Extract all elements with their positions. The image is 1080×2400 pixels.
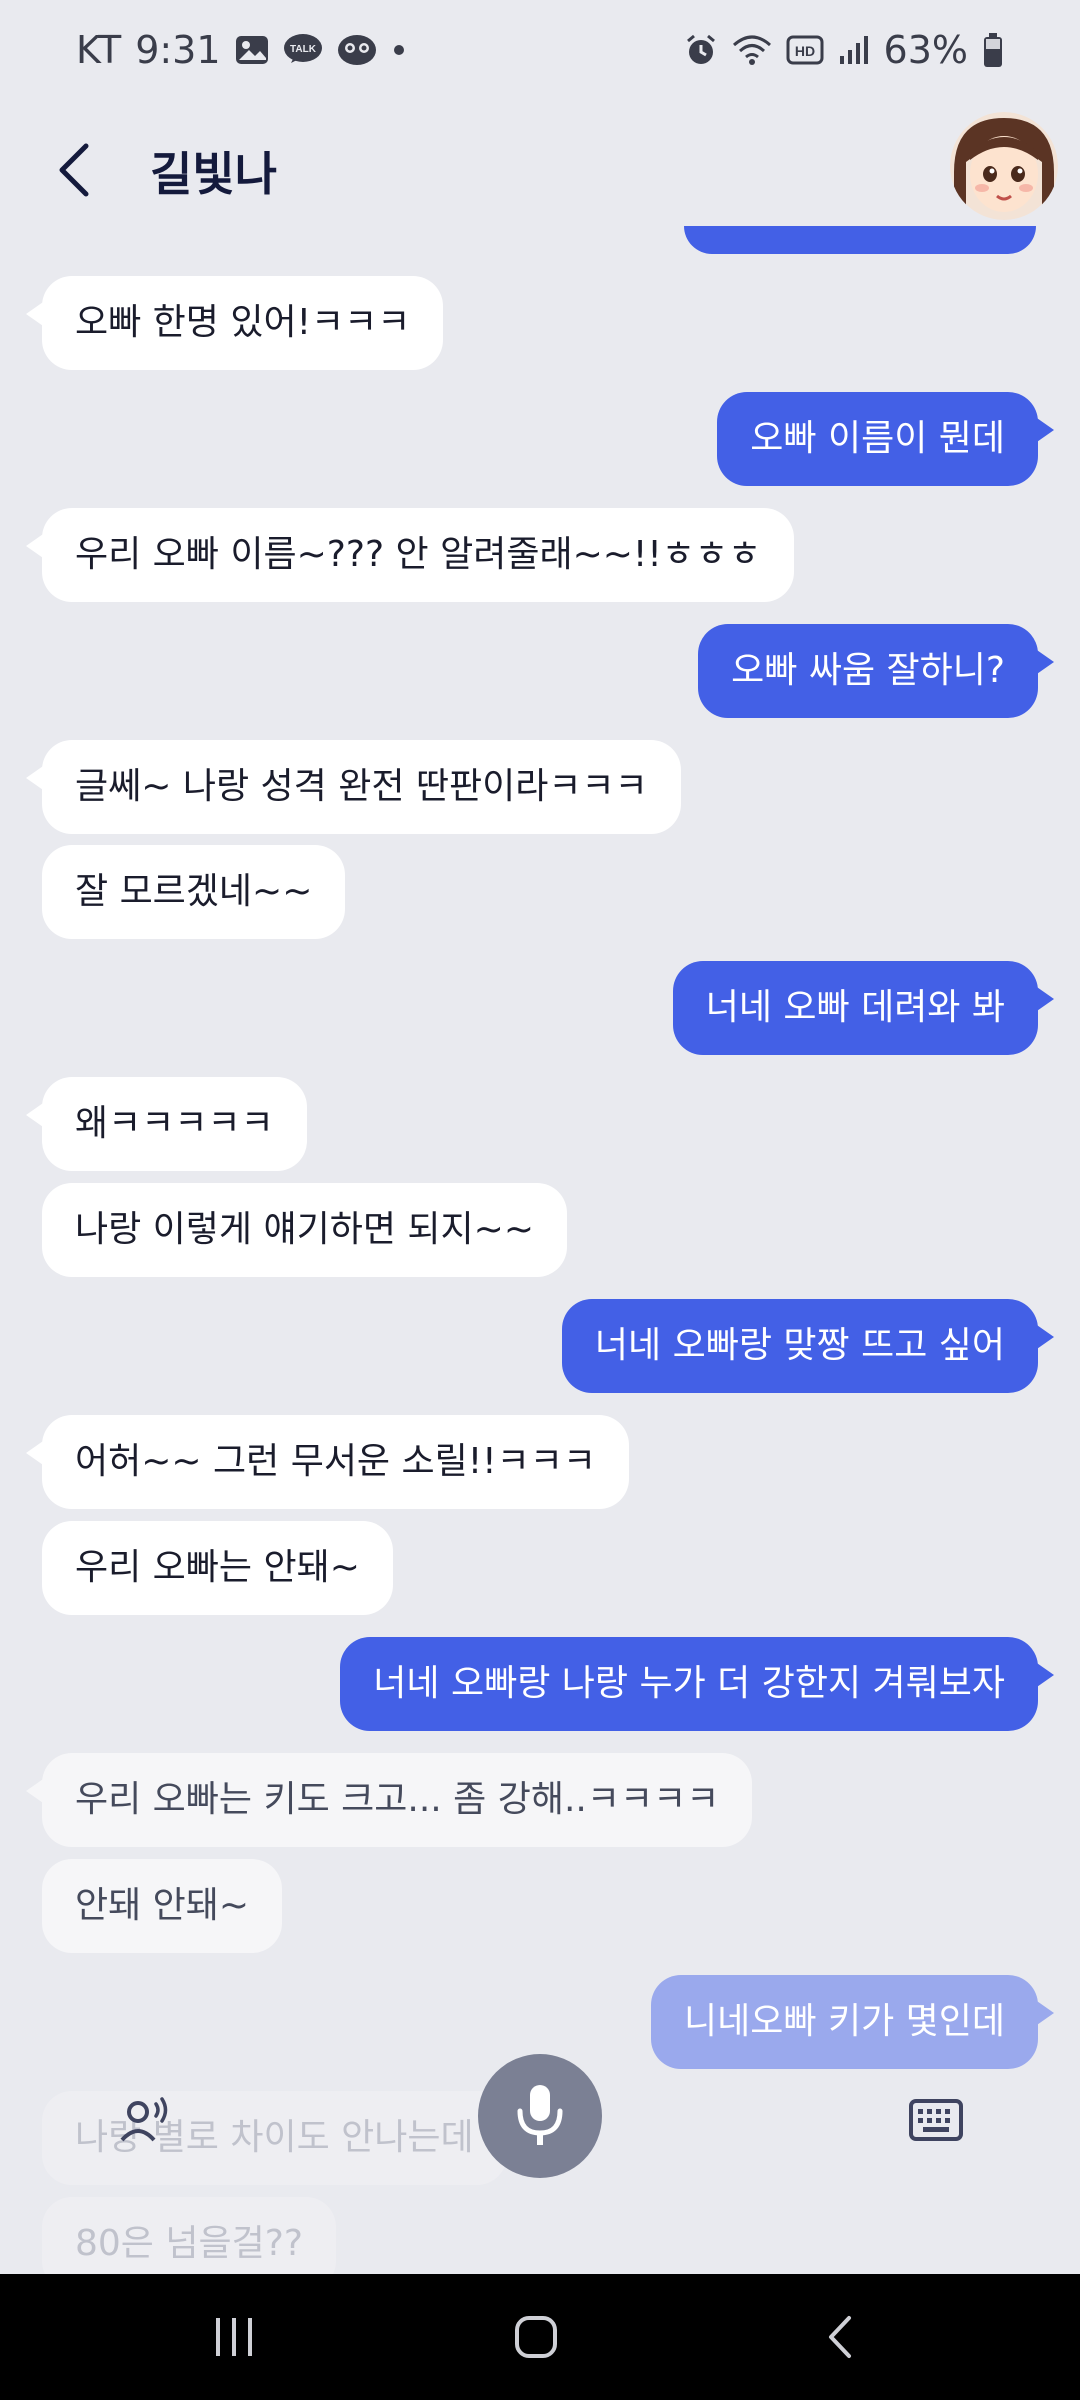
back-nav-icon <box>829 2316 851 2358</box>
back-nav-button[interactable] <box>800 2302 880 2372</box>
sent-message: 오빠 이름이 뭔데 <box>717 392 1054 486</box>
received-message: 오빠 한명 있어!ㅋㅋㅋ <box>25 276 444 370</box>
clock: 9:31 <box>135 28 221 72</box>
battery-icon <box>982 32 1004 68</box>
voice-settings-button[interactable] <box>108 2080 188 2160</box>
keyboard-button[interactable] <box>896 2080 976 2160</box>
notification-dot-icon <box>391 42 407 58</box>
wifi-icon <box>732 33 772 67</box>
character-avatar-icon <box>950 112 1058 220</box>
microphone-button[interactable] <box>478 2054 602 2178</box>
system-nav-bar <box>0 2274 1080 2400</box>
recent-apps-icon <box>216 2318 252 2356</box>
status-left: KT 9:31 TALK <box>76 28 407 72</box>
status-right: HD 63% <box>684 28 1004 72</box>
previous-message-stub <box>684 226 1036 254</box>
kakaotalk-icon: TALK <box>283 33 323 67</box>
hd-label: HD <box>794 43 814 59</box>
sent-message: 니네오빠 키가 몇인데 <box>651 1975 1054 2069</box>
received-message: 글쎄~ 나랑 성격 완전 딴판이라ㅋㅋㅋ <box>26 740 681 834</box>
battery-percent: 63% <box>883 28 968 72</box>
received-message: 안돼 안돼~ <box>42 1859 283 1953</box>
received-message: 어허~~ 그런 무서운 소릴!!ㅋㅋㅋ <box>26 1415 629 1509</box>
page-title: 길빛나 <box>150 147 277 201</box>
alarm-icon <box>684 33 718 67</box>
chat-header: 길빛나 <box>0 110 1080 230</box>
sent-message: 너네 오빠 데려와 봐 <box>672 961 1055 1055</box>
keyboard-icon <box>909 2099 963 2141</box>
sent-message: 너네 오빠랑 나랑 누가 더 강한지 겨뤄보자 <box>340 1637 1054 1731</box>
microphone-icon <box>517 2085 563 2145</box>
received-message: 우리 오빠는 키도 크고... 좀 강해..ㅋㅋㅋㅋ <box>25 1753 753 1847</box>
status-bar: KT 9:31 TALK HD 63% <box>0 0 1080 110</box>
sent-message: 너네 오빠랑 맞짱 뜨고 싶어 <box>561 1299 1055 1393</box>
received-message: 잘 모르겠네~~ <box>42 845 346 939</box>
talk-badge-text: TALK <box>290 44 317 55</box>
voice-person-icon <box>120 2097 168 2142</box>
sent-message: 오빠 싸움 잘하니? <box>698 624 1054 718</box>
image-icon <box>235 34 269 66</box>
home-button[interactable] <box>496 2302 576 2372</box>
signal-icon <box>838 34 870 66</box>
avatar[interactable] <box>950 112 1058 220</box>
chevron-left-icon <box>59 143 89 197</box>
back-button[interactable] <box>44 130 104 210</box>
recent-apps-button[interactable] <box>194 2302 274 2372</box>
home-icon <box>515 2316 557 2358</box>
received-message: 우리 오빠 이름~??? 안 알려줄래~~!!ㅎㅎㅎ <box>25 508 795 602</box>
received-message: 나랑 이렇게 얘기하면 되지~~ <box>42 1183 567 1277</box>
received-message: 왜ㅋㅋㅋㅋㅋ <box>26 1077 307 1171</box>
carrier-label: KT <box>76 28 122 72</box>
hd-icon: HD <box>786 35 824 65</box>
received-message: 우리 오빠는 안돼~ <box>42 1521 393 1615</box>
character-app-icon <box>337 33 377 67</box>
